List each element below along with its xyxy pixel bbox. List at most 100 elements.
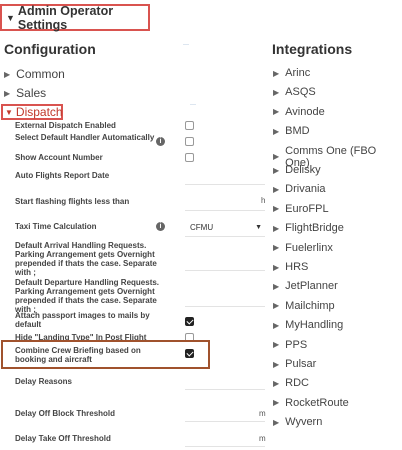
integration-item[interactable]: ▶ Delisky [273,164,321,176]
integration-item[interactable]: ▶ Pulsar [273,358,316,370]
caret-right-icon: ▶ [273,281,280,291]
integration-item[interactable]: ▶ Arinc [273,67,310,79]
delay-off-block-label: Delay Off Block Threshold [15,409,116,418]
integration-label: Fuelerlinx [285,241,333,254]
caret-right-icon: ▶ [273,359,280,369]
info-icon[interactable]: i [156,222,165,231]
integration-item[interactable]: ▶ Avinode [273,106,325,118]
select-default-handler-checkbox[interactable] [185,137,194,146]
integration-label: BMD [285,125,310,138]
integration-label: RDC [285,377,309,390]
caret-right-icon: ▶ [273,320,280,330]
integration-item[interactable]: ▶ JetPlanner [273,280,338,292]
external-dispatch-label: External Dispatch Enabled [15,121,116,130]
show-account-number-label: Show Account Number [15,153,103,162]
delay-take-off-input[interactable] [185,446,265,447]
caret-right-icon: ▶ [273,204,280,214]
delay-reasons-input[interactable] [185,389,265,390]
delay-reasons-label: Delay Reasons [15,377,72,386]
integration-label: Arinc [285,67,311,79]
taxi-time-label: Taxi Time Calculation [15,222,97,231]
auto-flights-report-date-input[interactable] [185,184,265,185]
integration-item[interactable]: ▶ MyHandling [273,319,343,331]
integration-item[interactable]: ▶ FlightBridge [273,222,344,234]
integration-label: PPS [285,338,308,351]
divider [183,44,189,45]
minutes-unit: m [259,409,266,418]
caret-right-icon: ▶ [273,126,280,136]
delay-off-block-input[interactable] [185,421,265,422]
integration-item[interactable]: ▶ Wyvern [273,416,322,428]
integration-label: HRS [285,261,309,273]
page-title: Admin Operator Settings [17,3,114,32]
caret-right-icon: ▶ [273,262,280,272]
caret-right-icon: ▶ [273,107,280,117]
integration-label: Pulsar [285,358,317,370]
integration-label: JetPlanner [285,280,338,293]
start-flashing-input[interactable] [185,210,265,211]
taxi-time-value: CFMU [190,222,214,232]
caret-right-icon: ▶ [273,223,280,233]
attach-passport-label: Attach passport images to mails by defau… [15,311,150,329]
select-underline [185,236,265,237]
integration-label: Mailchimp [285,299,335,312]
section-sales[interactable]: ▶ Sales [4,86,46,100]
integration-label: Drivania [285,183,326,196]
taxi-time-select[interactable]: CFMU ▼ [190,221,262,233]
caret-right-icon: ▶ [273,184,280,194]
section-label: Common [16,67,65,81]
caret-right-icon: ▶ [273,68,280,78]
admin-operator-settings-toggle[interactable]: ▼ Admin Operator Settings [0,3,150,32]
integration-item[interactable]: ▶ HRS [273,261,308,273]
default-departure-input[interactable] [185,306,265,307]
caret-right-icon: ▶ [4,88,11,98]
integration-item[interactable]: ▶ EuroFPL [273,203,329,215]
auto-flights-report-date-label: Auto Flights Report Date [15,171,110,180]
integration-label: RocketRoute [285,396,349,409]
section-common[interactable]: ▶ Common [4,67,65,81]
start-flashing-label: Start flashing flights less than [15,197,130,206]
section-dispatch[interactable]: ▼ Dispatch [1,104,63,120]
show-account-number-checkbox[interactable] [185,153,194,162]
integration-label: EuroFPL [285,202,329,215]
caret-right-icon: ▶ [273,378,280,388]
caret-right-icon: ▶ [273,243,280,253]
integration-item[interactable]: ▶ PPS [273,339,307,351]
default-departure-label: Default Departure Handling Requests. Par… [15,278,160,314]
integration-label: MyHandling [285,319,344,332]
divider [190,104,196,105]
caret-right-icon: ▶ [4,69,11,79]
caret-right-icon: ▶ [273,301,280,311]
dropdown-arrow-icon: ▼ [255,223,262,231]
configuration-heading: Configuration [4,41,96,57]
caret-right-icon: ▶ [273,87,280,97]
integration-item[interactable]: ▶ RocketRoute [273,397,349,409]
integration-item[interactable]: ▶ RDC [273,377,309,389]
integration-item[interactable]: ▶ Drivania [273,183,326,195]
caret-down-icon: ▼ [5,107,13,117]
select-default-handler-label: Select Default Handler Automatically [15,133,155,142]
caret-right-icon: ▶ [273,152,280,162]
section-label: Dispatch [15,105,63,119]
caret-right-icon: ▶ [273,417,280,427]
integration-label: Avinode [285,105,325,118]
integration-label: Delisky [285,164,321,176]
integration-item[interactable]: ▶ Fuelerlinx [273,242,333,254]
integration-label: Wyvern [285,416,323,429]
minutes-unit: m [259,434,266,443]
integration-item[interactable]: ▶ ASQS [273,86,316,98]
caret-down-icon: ▼ [6,12,15,23]
info-icon[interactable]: i [156,137,165,146]
delay-take-off-label: Delay Take Off Threshold [15,434,111,443]
combine-crew-label: Combine Crew Briefing based on booking a… [15,346,141,364]
external-dispatch-checkbox[interactable] [185,121,194,130]
integration-label: ASQS [285,86,316,99]
integration-item[interactable]: ▶ BMD [273,125,310,137]
caret-right-icon: ▶ [273,398,280,408]
integration-item[interactable]: ▶ Mailchimp [273,300,335,312]
integrations-heading: Integrations [272,41,353,57]
default-arrival-input[interactable] [185,270,265,271]
combine-crew-checkbox[interactable] [185,349,194,358]
default-arrival-label: Default Arrival Handling Requests. Parki… [15,241,157,277]
attach-passport-checkbox[interactable] [185,317,194,326]
